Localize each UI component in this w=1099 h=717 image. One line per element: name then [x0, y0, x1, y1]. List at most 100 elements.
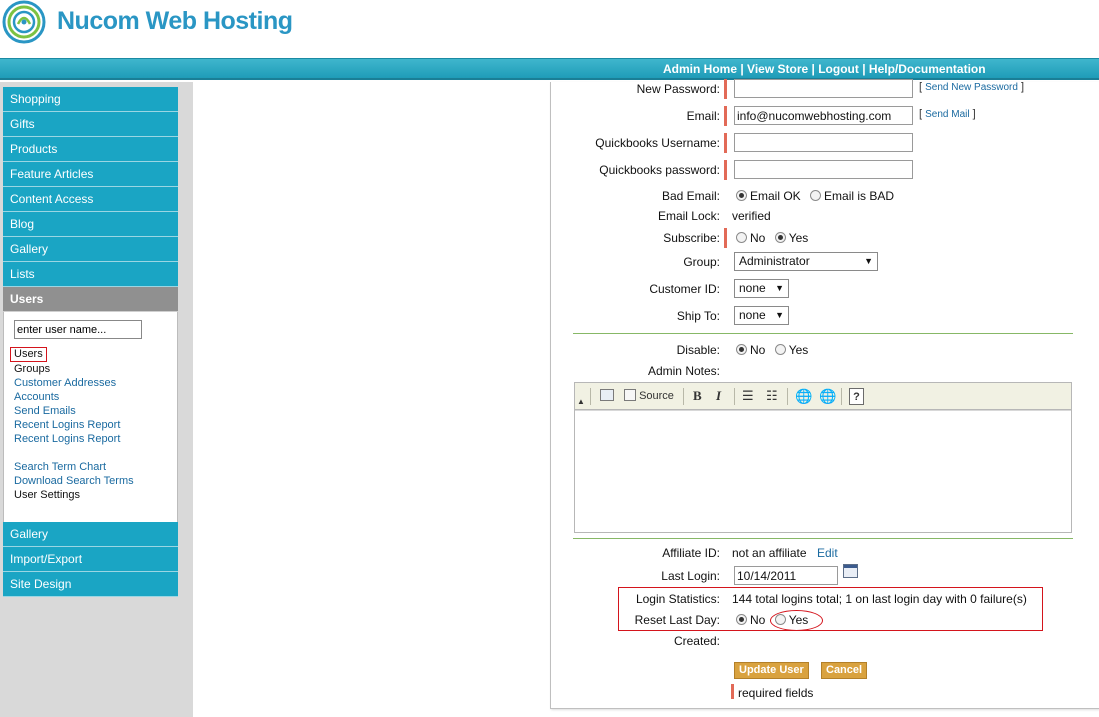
bulleted-list-icon[interactable]: ☷ — [766, 388, 778, 405]
sidebar-item-gallery[interactable]: Gallery — [3, 237, 178, 262]
sidebar-item-site-design[interactable]: Site Design — [3, 572, 178, 597]
top-nav-bar: Admin Home | View Store | Logout | Help/… — [0, 58, 1099, 80]
required-marker — [724, 228, 727, 248]
radio-dot — [736, 232, 747, 243]
cancel-button[interactable]: Cancel — [821, 662, 868, 679]
submenu-link-search-term-chart[interactable]: Search Term Chart — [14, 460, 174, 474]
link-icon[interactable]: 🌐 — [795, 388, 812, 405]
group-select[interactable]: Administrator ▼ — [734, 252, 878, 271]
row-required-note: required fields — [551, 684, 1099, 704]
radio-dot — [810, 190, 822, 201]
sidebar-item-users[interactable]: Users — [3, 287, 178, 312]
update-user-button[interactable]: Update User — [734, 662, 809, 679]
row-subscribe: Subscribe: No Yes — [551, 228, 1099, 248]
collapse-toolbar-icon[interactable]: ▲ — [577, 397, 585, 406]
label-affiliate: Affiliate ID: — [662, 546, 720, 560]
sidebar-item-products[interactable]: Products — [3, 137, 178, 162]
email-field[interactable] — [734, 106, 913, 125]
row-ship-to: Ship To: none ▼ — [551, 306, 1099, 326]
numbered-list-icon[interactable]: ☰ — [742, 388, 754, 405]
admin-notes-editor: ▲ Source B I ☰ ☷ 🌐 🌐 ? — [574, 382, 1072, 533]
radio-email-ok[interactable]: Email OK — [736, 189, 801, 203]
preview-glyph — [600, 389, 614, 401]
submenu-link-recent-logins-2[interactable]: Recent Logins Report — [14, 432, 174, 446]
bad-email-radios: Email OK Email is BAD — [736, 189, 900, 203]
last-login-input[interactable] — [734, 566, 838, 585]
radio-label: Email is BAD — [824, 189, 895, 203]
sidebar-item-content-access[interactable]: Content Access — [3, 187, 178, 212]
customer-id-select[interactable]: none ▼ — [734, 279, 789, 298]
submenu-link-users[interactable]: Users — [10, 347, 47, 362]
logo-icon — [2, 0, 46, 44]
nav-help[interactable]: Help/Documentation — [869, 62, 986, 76]
submenu-link-recent-logins-1[interactable]: Recent Logins Report — [14, 418, 174, 432]
top-nav: Admin Home | View Store | Logout | Help/… — [663, 62, 986, 76]
label-ship-to: Ship To: — [676, 309, 720, 323]
chevron-down-icon: ▼ — [775, 310, 784, 320]
row-disable: Disable: No Yes — [551, 340, 1099, 360]
brand-logo[interactable]: Nucom Web Hosting — [0, 0, 300, 50]
row-created: Created: — [551, 631, 1099, 651]
radio-subscribe-yes[interactable]: Yes — [774, 231, 809, 245]
sidebar-item-import-export[interactable]: Import/Export — [3, 547, 178, 572]
submenu-link-send-emails[interactable]: Send Emails — [14, 404, 174, 418]
radio-subscribe-no[interactable]: No — [736, 231, 765, 245]
row-group: Group: Administrator ▼ — [551, 252, 1099, 272]
radio-label: Yes — [788, 343, 809, 357]
submenu-link-accounts[interactable]: Accounts — [14, 390, 174, 404]
label-new-password: New Password: — [636, 82, 720, 96]
source-label: Source — [639, 390, 674, 402]
row-email-lock: Email Lock: verified — [551, 206, 1099, 226]
editor-text-area[interactable] — [575, 410, 1071, 532]
source-icon — [624, 389, 636, 401]
label-bad-email: Bad Email: — [661, 189, 720, 203]
page: Nucom Web Hosting Admin Home | View Stor… — [0, 0, 1099, 717]
preview-icon[interactable] — [600, 388, 614, 405]
radio-disable-no[interactable]: No — [736, 343, 765, 357]
brand-name: Nucom Web Hosting — [57, 7, 293, 35]
bold-button[interactable]: B — [693, 388, 702, 405]
submenu-link-user-settings[interactable]: User Settings — [14, 488, 174, 502]
sidebar-item-lists[interactable]: Lists — [3, 262, 178, 287]
submenu-link-customer-addresses[interactable]: Customer Addresses — [14, 376, 174, 390]
sidebar-item-shopping[interactable]: Shopping — [3, 87, 178, 112]
send-mail-link[interactable]: [ Send Mail ] — [919, 108, 976, 120]
ship-to-select[interactable]: none ▼ — [734, 306, 789, 325]
sidebar-item-blog[interactable]: Blog — [3, 212, 178, 237]
qb-username-input[interactable] — [734, 133, 913, 152]
chevron-down-icon: ▼ — [775, 283, 784, 293]
sidebar-item-feature-articles[interactable]: Feature Articles — [3, 162, 178, 187]
user-search-input[interactable] — [14, 320, 142, 339]
new-password-input[interactable] — [734, 79, 913, 98]
italic-button[interactable]: I — [716, 388, 721, 405]
highlight-box — [618, 587, 1043, 631]
toolbar-separator — [841, 388, 842, 405]
source-button[interactable]: Source — [624, 388, 674, 405]
sidebar: Shopping Gifts Products Feature Articles… — [3, 87, 178, 597]
toolbar-separator — [683, 388, 684, 405]
unlink-icon[interactable]: 🌐 — [819, 388, 836, 405]
submenu-link-download-search-terms[interactable]: Download Search Terms — [14, 474, 174, 488]
users-submenu: Users Groups Customer Addresses Accounts… — [3, 312, 178, 522]
nav-admin-home[interactable]: Admin Home — [663, 62, 737, 76]
submenu-link-groups[interactable]: Groups — [14, 362, 174, 376]
radio-label: No — [750, 343, 766, 357]
submenu-gap — [14, 446, 174, 460]
radio-disable-yes[interactable]: Yes — [774, 343, 809, 357]
sidebar-item-gifts[interactable]: Gifts — [3, 112, 178, 137]
nav-logout[interactable]: Logout — [818, 62, 859, 76]
send-mail-label: Send Mail — [925, 109, 970, 120]
radio-label: Email OK — [750, 189, 801, 203]
radio-dot — [736, 344, 747, 355]
affiliate-edit-link[interactable]: Edit — [817, 546, 838, 560]
nav-view-store[interactable]: View Store — [747, 62, 808, 76]
sidebar-item-gallery-2[interactable]: Gallery — [3, 522, 178, 547]
help-icon[interactable]: ? — [849, 388, 864, 405]
label-created: Created: — [673, 634, 720, 648]
row-customer-id: Customer ID: none ▼ — [551, 279, 1099, 299]
radio-label: Yes — [788, 231, 809, 245]
calendar-icon[interactable] — [843, 564, 858, 578]
send-new-password-link[interactable]: [ Send New Password ] — [919, 81, 1024, 93]
radio-email-bad[interactable]: Email is BAD — [810, 189, 894, 203]
qb-password-input[interactable] — [734, 160, 913, 179]
